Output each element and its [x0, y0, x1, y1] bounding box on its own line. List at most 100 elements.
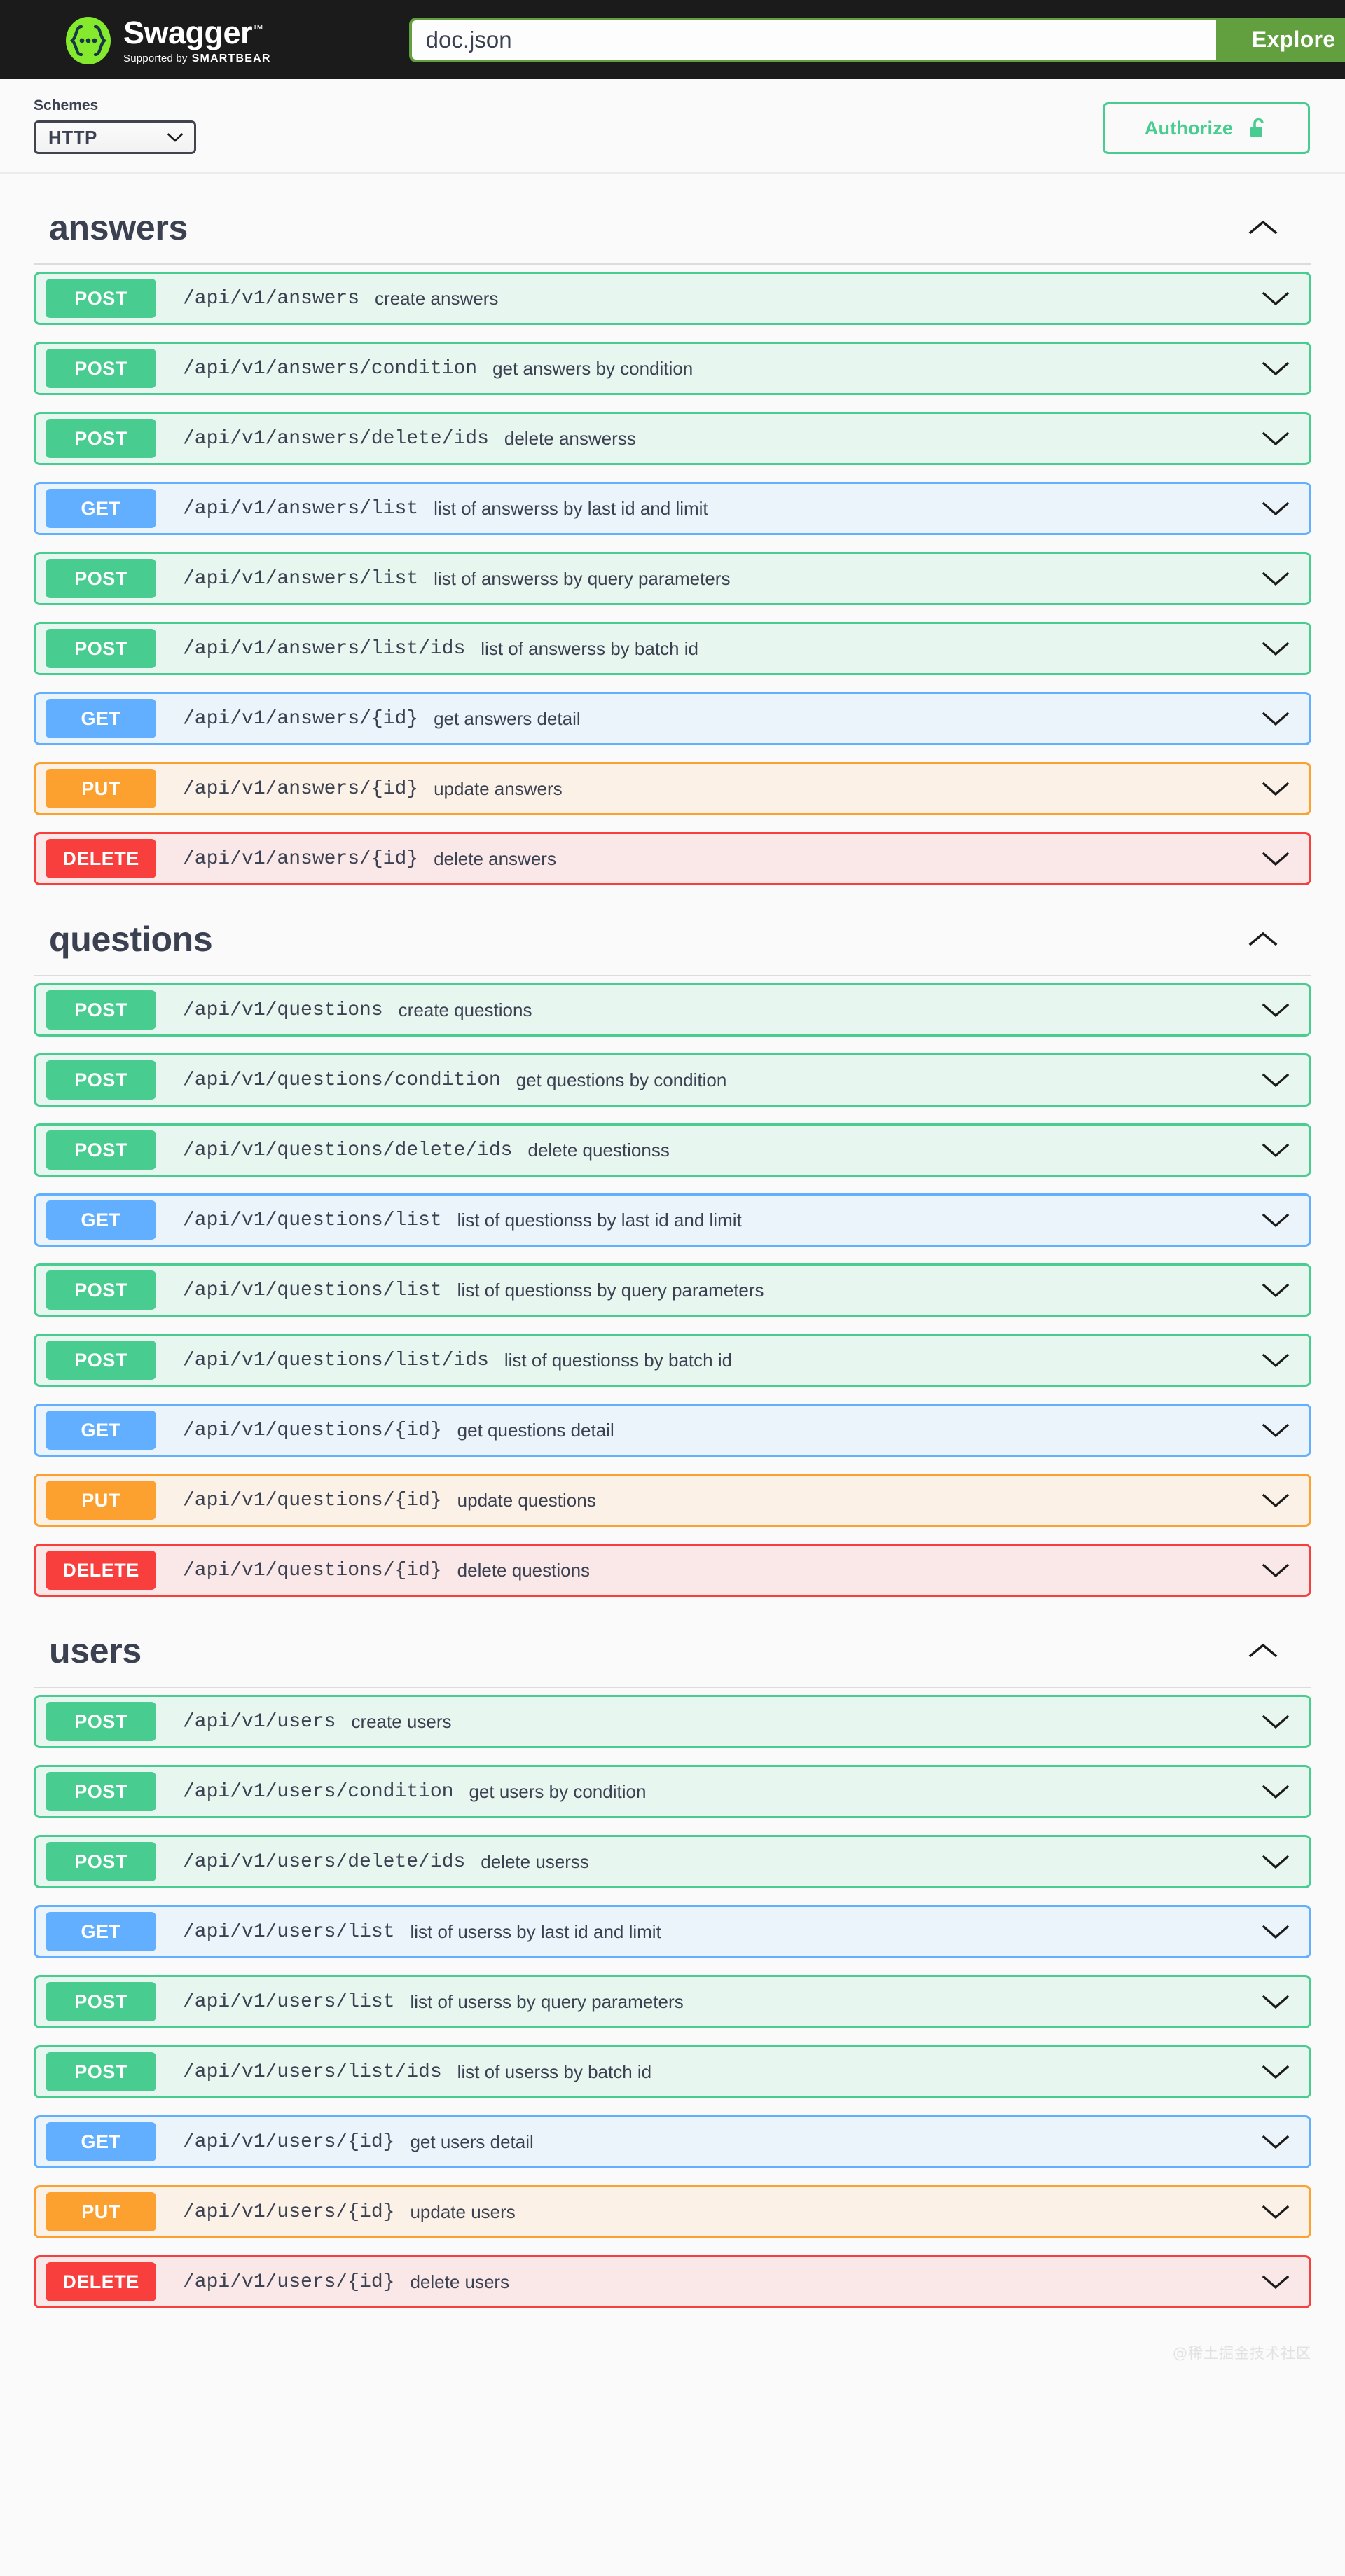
operation-path: /api/v1/questions/{id}: [183, 1559, 442, 1581]
operation-row[interactable]: PUT/api/v1/users/{id} update users: [34, 2185, 1311, 2238]
operation-row[interactable]: POST/api/v1/users/list list of userss by …: [34, 1975, 1311, 2028]
operation-summary: get answers by condition: [492, 357, 694, 379]
chevron-down-icon[interactable]: [1262, 501, 1290, 517]
operation-row[interactable]: POST/api/v1/questions/list list of questi…: [34, 1263, 1311, 1317]
chevron-down-icon[interactable]: [1262, 1422, 1290, 1439]
operation-row[interactable]: POST/api/v1/answers/list list of answerss…: [34, 552, 1311, 605]
operation-path: /api/v1/questions/list: [183, 1279, 442, 1301]
chevron-down-icon[interactable]: [1262, 1142, 1290, 1158]
unlock-icon: [1250, 118, 1264, 137]
operation-row[interactable]: DELETE/api/v1/users/{id} delete users: [34, 2255, 1311, 2308]
chevron-down-icon[interactable]: [1262, 711, 1290, 727]
tag-header-users[interactable]: users: [34, 1618, 1311, 1688]
tag-header-questions[interactable]: questions: [34, 906, 1311, 976]
operation-list-users: POST/api/v1/users create users POST/api/v1…: [34, 1688, 1311, 2308]
operation-list-answers: POST/api/v1/answers create answers POST/ap…: [34, 265, 1311, 885]
operation-row[interactable]: POST/api/v1/answers create answers: [34, 272, 1311, 325]
chevron-down-icon[interactable]: [1262, 571, 1290, 587]
operation-summary: delete users: [410, 2271, 510, 2292]
operation-row[interactable]: POST/api/v1/users/list/ids list of userss…: [34, 2045, 1311, 2098]
operation-row[interactable]: GET/api/v1/users/{id} get users detail: [34, 2115, 1311, 2168]
operation-row[interactable]: PUT/api/v1/questions/{id} update question…: [34, 1474, 1311, 1527]
tag-section-answers: answers POST/api/v1/answers create answers…: [34, 195, 1311, 885]
chevron-down-icon[interactable]: [1262, 1282, 1290, 1299]
http-method-badge: GET: [46, 1411, 156, 1450]
chevron-down-icon[interactable]: [1262, 2204, 1290, 2220]
chevron-down-icon[interactable]: [1262, 1493, 1290, 1509]
http-method-badge: POST: [46, 629, 156, 668]
operation-row[interactable]: POST/api/v1/answers/delete/ids delete ans…: [34, 412, 1311, 465]
schemes-select[interactable]: HTTP: [34, 120, 196, 154]
operation-row[interactable]: GET/api/v1/users/list list of userss by l…: [34, 1905, 1311, 1958]
chevron-down-icon[interactable]: [1262, 1854, 1290, 1870]
tag-header-answers[interactable]: answers: [34, 195, 1311, 265]
operation-list-questions: POST/api/v1/questions create questions POS…: [34, 976, 1311, 1597]
tag-section-users: users POST/api/v1/users create users POST/a…: [34, 1618, 1311, 2308]
operation-row[interactable]: POST/api/v1/questions/delete/ids delete q…: [34, 1123, 1311, 1177]
chevron-down-icon[interactable]: [1262, 1994, 1290, 2010]
operation-row[interactable]: POST/api/v1/answers/list/ids list of answ…: [34, 622, 1311, 675]
operation-row[interactable]: POST/api/v1/answers/condition get answers…: [34, 342, 1311, 395]
operation-row[interactable]: POST/api/v1/questions/condition get quest…: [34, 1053, 1311, 1107]
chevron-up-icon[interactable]: [1248, 931, 1278, 948]
operation-row[interactable]: POST/api/v1/questions create questions: [34, 983, 1311, 1037]
operation-row[interactable]: POST/api/v1/questions/list/ids list of qu…: [34, 1334, 1311, 1387]
chevron-down-icon[interactable]: [1262, 2064, 1290, 2080]
chevron-up-icon[interactable]: [1248, 219, 1278, 236]
chevron-down-icon[interactable]: [1262, 1714, 1290, 1730]
operation-path: /api/v1/users/{id}: [183, 2201, 395, 2223]
operation-summary: list of questionss by last id and limit: [457, 1209, 742, 1231]
swagger-logo[interactable]: Swagger™ Supported by SMARTBEAR: [63, 14, 271, 66]
operation-path: /api/v1/questions/{id}: [183, 1489, 442, 1511]
chevron-down-icon[interactable]: [1262, 1072, 1290, 1088]
chevron-up-icon[interactable]: [1248, 1642, 1278, 1659]
chevron-down-icon[interactable]: [1262, 361, 1290, 377]
http-method-badge: POST: [46, 1982, 156, 2021]
operation-row[interactable]: DELETE/api/v1/questions/{id} delete quest…: [34, 1544, 1311, 1597]
operation-path: /api/v1/answers/list/ids: [183, 637, 466, 660]
chevron-down-icon[interactable]: [1262, 1002, 1290, 1018]
operation-row[interactable]: PUT/api/v1/answers/{id} update answers: [34, 762, 1311, 815]
chevron-down-icon[interactable]: [1262, 1784, 1290, 1800]
operation-path: /api/v1/questions/delete/ids: [183, 1139, 513, 1161]
chevron-down-icon[interactable]: [1262, 431, 1290, 447]
chevron-down-icon[interactable]: [1262, 291, 1290, 307]
tag-section-questions: questions POST/api/v1/questions create que…: [34, 906, 1311, 1597]
http-method-badge: POST: [46, 990, 156, 1030]
chevron-down-icon[interactable]: [1262, 851, 1290, 867]
operation-path: /api/v1/answers: [183, 287, 360, 310]
swagger-logo-icon: [66, 16, 111, 64]
operation-summary: create questions: [398, 999, 532, 1020]
operation-path: /api/v1/users/list: [183, 1920, 395, 1943]
schemes-label: Schemes: [34, 97, 99, 113]
authorize-button[interactable]: Authorize: [1103, 102, 1310, 154]
operation-row[interactable]: DELETE/api/v1/answers/{id} delete answers: [34, 832, 1311, 885]
chevron-down-icon[interactable]: [1262, 1924, 1290, 1940]
chevron-down-icon[interactable]: [1262, 2274, 1290, 2290]
operation-summary: update questions: [457, 1489, 596, 1511]
chevron-down-icon[interactable]: [1262, 641, 1290, 657]
chevron-down-icon[interactable]: [1262, 2134, 1290, 2150]
chevron-down-icon[interactable]: [1262, 1352, 1290, 1369]
chevron-down-icon[interactable]: [1262, 781, 1290, 797]
operation-path: /api/v1/users/list: [183, 1990, 395, 2013]
operation-row[interactable]: POST/api/v1/users create users: [34, 1695, 1311, 1748]
operation-row[interactable]: POST/api/v1/users/delete/ids delete users…: [34, 1835, 1311, 1888]
explore-button[interactable]: Explore: [1215, 17, 1345, 62]
operation-row[interactable]: POST/api/v1/users/condition get users by …: [34, 1765, 1311, 1818]
http-method-badge: PUT: [46, 769, 156, 808]
operation-summary: create answers: [375, 287, 499, 309]
chevron-down-icon[interactable]: [1262, 1212, 1290, 1228]
operation-row[interactable]: GET/api/v1/answers/list list of answerss …: [34, 482, 1311, 535]
schemes-group: Schemes HTTP: [34, 97, 196, 154]
operation-row[interactable]: GET/api/v1/answers/{id} get answers detai…: [34, 692, 1311, 745]
operation-summary: delete questions: [457, 1559, 591, 1581]
swagger-logo-text: Swagger™ Supported by SMARTBEAR: [123, 14, 271, 65]
spec-url-input[interactable]: [408, 17, 1216, 62]
chevron-down-icon[interactable]: [1262, 1563, 1290, 1579]
operation-summary: list of answerss by query parameters: [434, 567, 731, 589]
operation-path: /api/v1/users/list/ids: [183, 2061, 442, 2083]
operation-row[interactable]: GET/api/v1/questions/list list of questio…: [34, 1193, 1311, 1247]
http-method-badge: DELETE: [46, 2262, 156, 2301]
operation-row[interactable]: GET/api/v1/questions/{id} get questions d…: [34, 1404, 1311, 1457]
